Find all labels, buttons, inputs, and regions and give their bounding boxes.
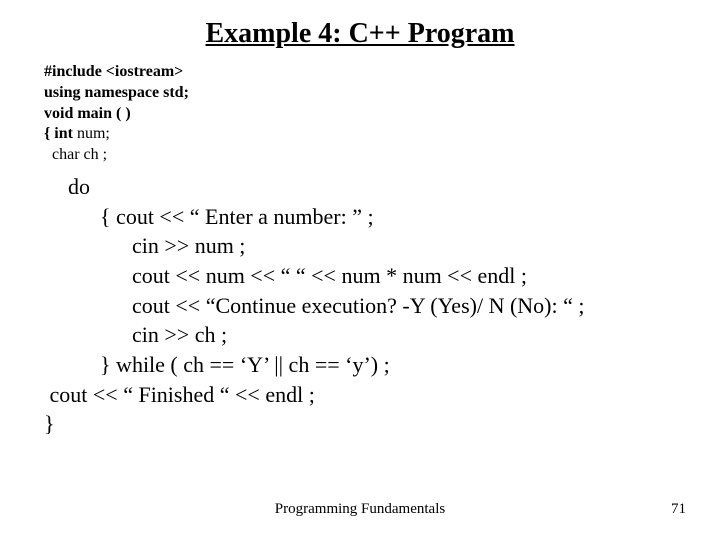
code-line: cin >> ch ; — [44, 320, 720, 350]
code-block-body: do { cout << “ Enter a number: ” ; cin >… — [0, 166, 720, 439]
code-line: cout << “ Finished “ << endl ; — [44, 380, 720, 410]
code-line: #include <iostream> — [44, 62, 720, 83]
code-line: cout << num << “ “ << num * num << endl … — [44, 261, 720, 291]
code-line: do — [44, 172, 720, 202]
code-block-preamble: #include <iostream> using namespace std;… — [0, 62, 720, 166]
footer-text: Programming Fundamentals — [0, 501, 720, 518]
code-line: } — [44, 409, 720, 439]
slide-footer: Programming Fundamentals 71 — [0, 501, 720, 518]
code-line: using namespace std; — [44, 83, 720, 104]
code-line: { int num; — [44, 124, 720, 145]
code-line: void main ( ) — [44, 104, 720, 125]
page-number: 71 — [671, 501, 686, 518]
code-line: char ch ; — [44, 145, 720, 166]
code-line: { cout << “ Enter a number: ” ; — [44, 202, 720, 232]
slide-title: Example 4: C++ Program — [0, 0, 720, 62]
code-line: cout << “Continue execution? -Y (Yes)/ N… — [44, 291, 720, 321]
code-line: cin >> num ; — [44, 231, 720, 261]
code-line: } while ( ch == ‘Y’ || ch == ‘y’) ; — [44, 350, 720, 380]
